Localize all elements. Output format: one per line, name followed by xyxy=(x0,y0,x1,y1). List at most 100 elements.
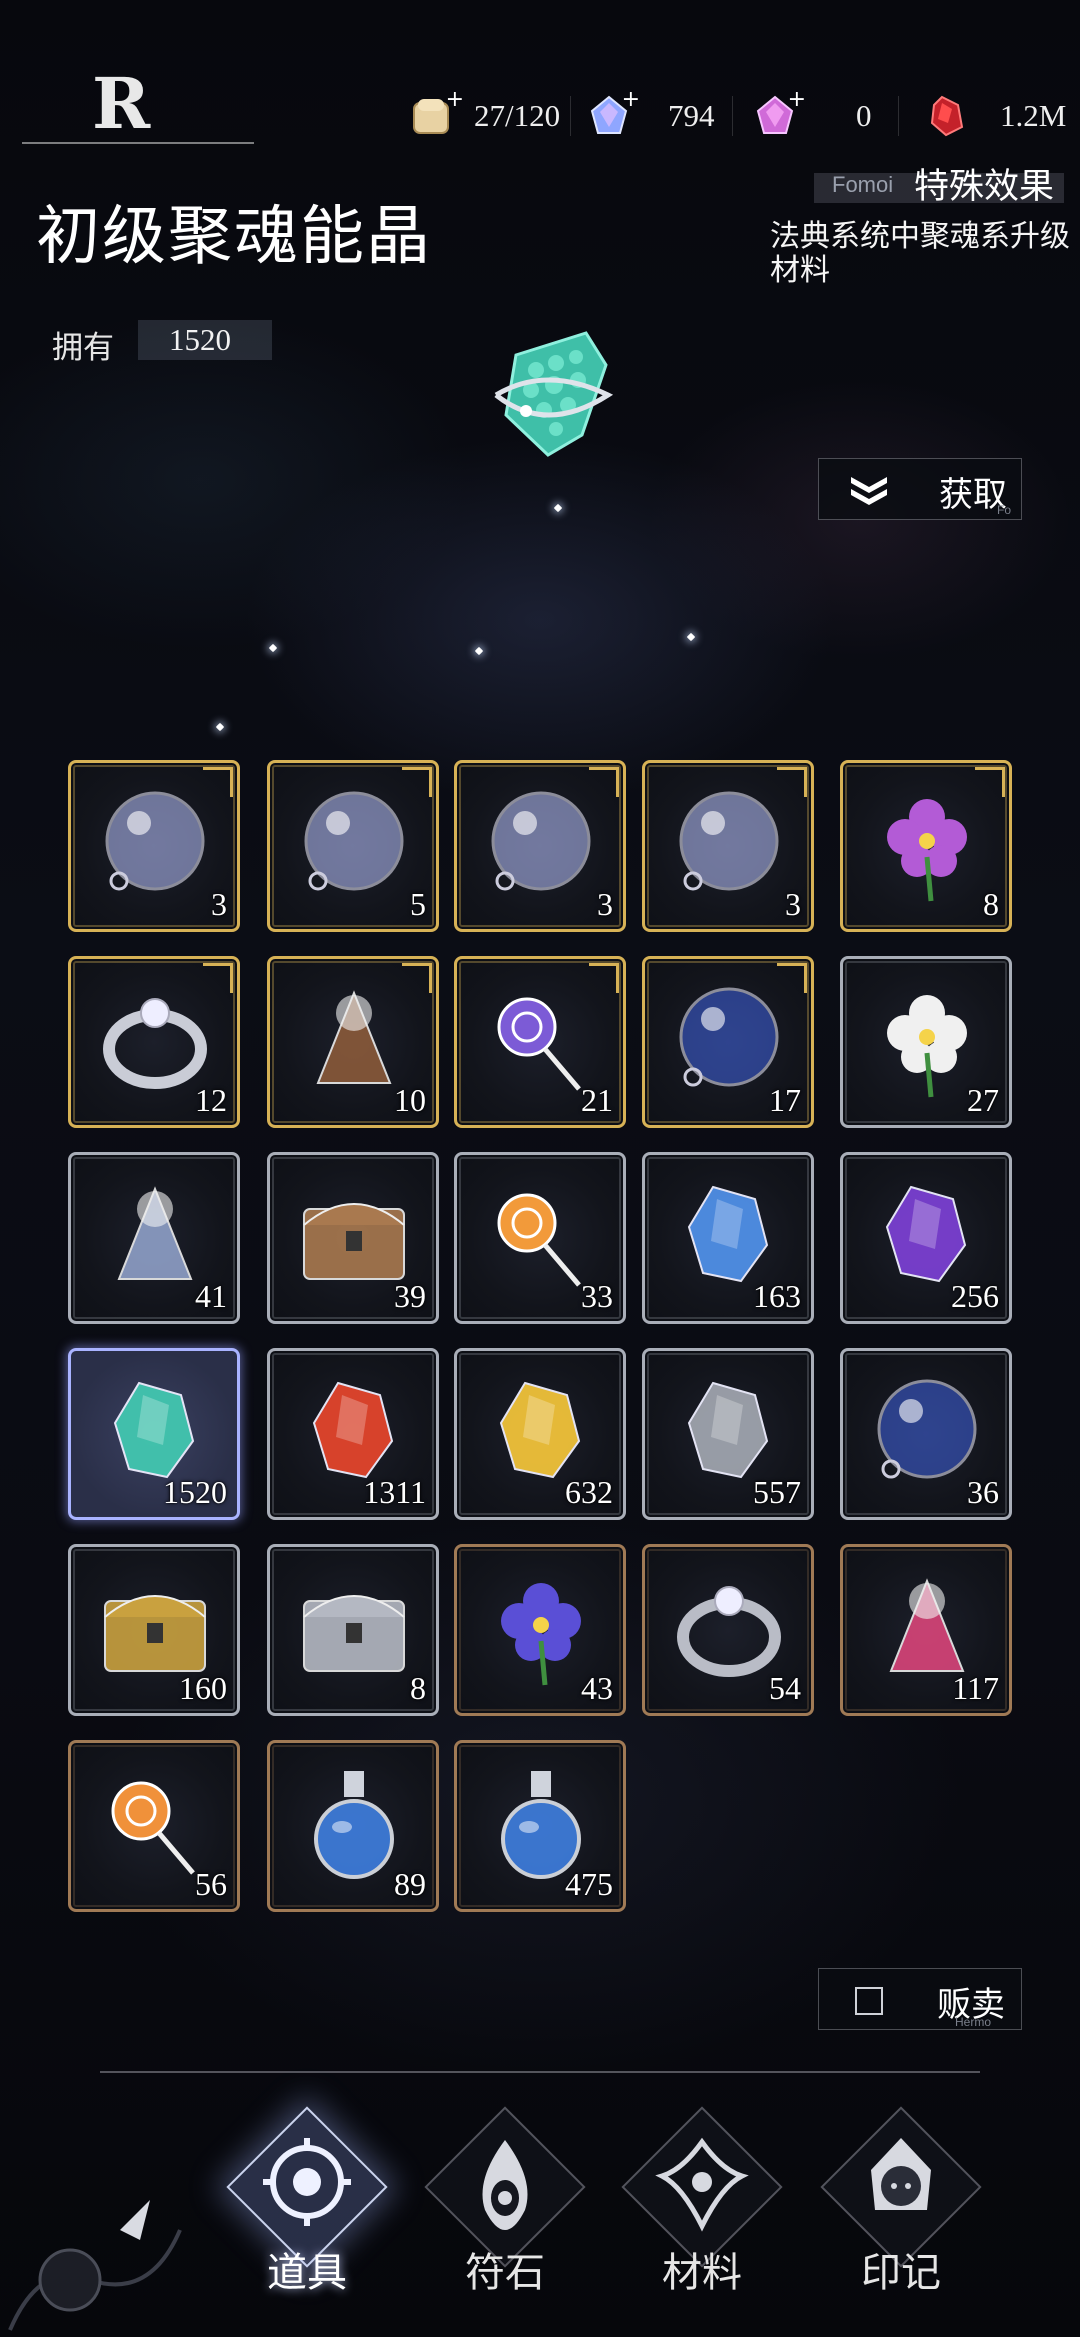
red-crystal-value: 1.2M xyxy=(1000,98,1067,133)
item-count: 117 xyxy=(952,1670,999,1706)
item-count: 10 xyxy=(394,1082,426,1118)
sell-toggle[interactable]: 贩卖 Hermo xyxy=(818,1968,1022,2030)
harp-orb-icon xyxy=(679,791,779,891)
pink-gem-value: 0 xyxy=(856,98,872,133)
rose-vine-ornament-icon xyxy=(8,2200,182,2331)
inventory-slot[interactable]: 557 xyxy=(642,1348,814,1520)
inventory-slot[interactable]: 89 xyxy=(267,1740,439,1912)
bread-stamina-icon: + xyxy=(410,87,464,139)
item-count: 39 xyxy=(394,1278,426,1314)
tab-runes-label: 符石 xyxy=(465,2250,545,2295)
inventory-slot[interactable]: 27 xyxy=(840,956,1012,1128)
inventory-slot[interactable]: 632 xyxy=(454,1348,626,1520)
tab-items[interactable]: 道具 xyxy=(212,2106,402,2310)
flame-eye-icon xyxy=(482,2140,528,2230)
resource-divider xyxy=(732,96,733,136)
sell-checkbox[interactable] xyxy=(855,1987,883,2015)
obtain-button[interactable]: 获取 Fo xyxy=(818,458,1022,520)
item-count: 632 xyxy=(565,1474,613,1510)
logo-underline xyxy=(22,142,254,144)
item-count: 5 xyxy=(410,886,426,922)
item-count: 1520 xyxy=(163,1474,227,1510)
inventory-slot[interactable]: 256 xyxy=(840,1152,1012,1324)
inventory-slot[interactable]: 12 xyxy=(68,956,240,1128)
item-count: 89 xyxy=(394,1866,426,1902)
owned-value: 1520 xyxy=(169,322,231,357)
item-count: 33 xyxy=(581,1278,613,1314)
sell-watermark: Hermo xyxy=(954,2015,991,2029)
tab-runes[interactable]: 符石 xyxy=(410,2106,600,2310)
resource-pink-gem[interactable]: + 0 xyxy=(752,87,872,144)
item-count: 1311 xyxy=(363,1474,426,1510)
piano-orb-icon xyxy=(491,791,591,891)
item-count: 256 xyxy=(951,1278,999,1314)
inventory-slot[interactable]: 54 xyxy=(642,1544,814,1716)
item-count: 21 xyxy=(581,1082,613,1118)
inventory-slot[interactable]: 160 xyxy=(68,1544,240,1716)
inventory-slot[interactable]: 475 xyxy=(454,1740,626,1912)
tab-marks-label: 印记 xyxy=(861,2250,941,2295)
red-crystal-icon xyxy=(924,93,970,139)
inventory-slot[interactable]: 36 xyxy=(840,1348,1012,1520)
inventory-slot[interactable]: 39 xyxy=(267,1152,439,1324)
inventory-slot[interactable]: 163 xyxy=(642,1152,814,1324)
owned-label: 拥有 xyxy=(52,330,114,365)
obtain-watermark: Fo xyxy=(996,503,1011,517)
inventory-slot[interactable]: 8 xyxy=(840,760,1012,932)
stamina-value: 27/120 xyxy=(474,98,561,133)
tab-items-label: 道具 xyxy=(267,2250,347,2295)
resource-stamina[interactable]: + 27/120 xyxy=(410,87,561,144)
double-chevron-down-icon xyxy=(851,477,887,505)
blue-gem-value: 794 xyxy=(668,98,715,133)
cello-orb-icon xyxy=(304,791,404,891)
inventory-slot[interactable]: 17 xyxy=(642,956,814,1128)
inventory-slot[interactable]: 33 xyxy=(454,1152,626,1324)
silver-chest-icon xyxy=(303,1595,405,1672)
item-count: 475 xyxy=(565,1866,613,1902)
item-count: 43 xyxy=(581,1670,613,1706)
inventory-slot[interactable]: 1311 xyxy=(267,1348,439,1520)
resource-red-crystal[interactable]: 1.2M xyxy=(924,88,1066,144)
inventory-slot[interactable]: 43 xyxy=(454,1544,626,1716)
tab-materials[interactable]: 材料 xyxy=(607,2106,797,2310)
item-count: 3 xyxy=(597,886,613,922)
item-title: 初级聚魂能晶 xyxy=(36,201,432,272)
violin-orb-icon xyxy=(105,791,205,891)
blue-gem-icon: + xyxy=(586,87,640,139)
item-count: 557 xyxy=(753,1474,801,1510)
nav-divider xyxy=(100,2071,980,2073)
item-count: 163 xyxy=(753,1278,801,1314)
inventory-slot[interactable]: 8 xyxy=(267,1544,439,1716)
item-preview-crystal-icon xyxy=(486,325,618,465)
inventory-slot[interactable]: 3 xyxy=(68,760,240,932)
item-count: 160 xyxy=(179,1670,227,1706)
inventory-slot[interactable]: 10 xyxy=(267,956,439,1128)
inventory-slot[interactable]: 3 xyxy=(642,760,814,932)
item-count: 41 xyxy=(195,1278,227,1314)
purple-flower-icon xyxy=(887,799,967,902)
inventory-slot[interactable]: 1520 xyxy=(68,1348,240,1520)
item-count: 56 xyxy=(195,1866,227,1902)
item-count: 3 xyxy=(211,886,227,922)
effect-title: 特殊效果 xyxy=(914,167,1055,206)
item-count: 8 xyxy=(410,1670,426,1706)
item-count: 8 xyxy=(983,886,999,922)
effect-sublabel: Fomoi xyxy=(832,172,894,197)
tab-marks[interactable]: 印记 xyxy=(806,2106,996,2310)
resource-blue-gem[interactable]: + 794 xyxy=(586,87,715,144)
item-count: 3 xyxy=(785,886,801,922)
hooded-girl-icon xyxy=(871,2138,931,2210)
inventory-slot[interactable]: 21 xyxy=(454,956,626,1128)
tab-materials-label: 材料 xyxy=(662,2250,742,2295)
inventory-slot[interactable]: 117 xyxy=(840,1544,1012,1716)
resource-divider xyxy=(898,96,899,136)
resource-divider xyxy=(570,96,571,136)
item-count: 17 xyxy=(769,1082,801,1118)
inventory-slot[interactable]: 5 xyxy=(267,760,439,932)
inventory-slot[interactable]: 56 xyxy=(68,1740,240,1912)
item-count: 36 xyxy=(967,1474,999,1510)
item-count: 27 xyxy=(967,1082,999,1118)
inventory-slot[interactable]: 41 xyxy=(68,1152,240,1324)
gear-emblem-icon xyxy=(263,2138,351,2226)
inventory-slot[interactable]: 3 xyxy=(454,760,626,932)
